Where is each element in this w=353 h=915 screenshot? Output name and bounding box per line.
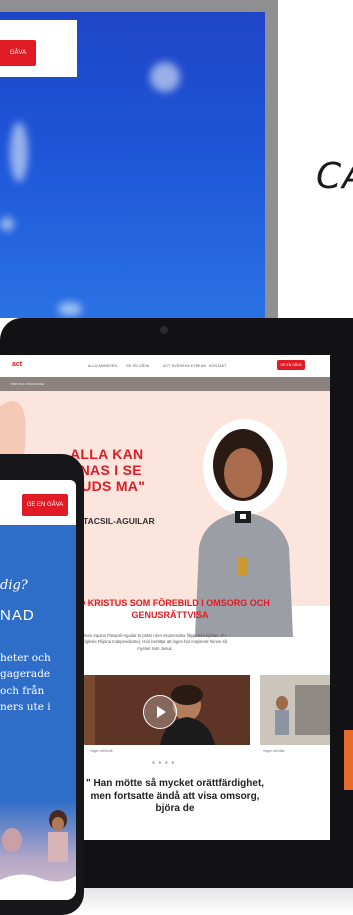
phone-screen: GE EN GÅVA dig? NAD heter och gagerade o… <box>0 480 76 900</box>
phone-heading: NAD <box>0 607 35 624</box>
background-device-edge <box>344 730 353 790</box>
phone-body-text: heter och gagerade och från ners ute i <box>0 650 76 715</box>
phone-donate-button[interactable]: GE EN GÅVA <box>22 494 68 516</box>
hero-title: ALLA KAN ENAS I SE GUDS MA" <box>70 446 146 495</box>
phone-bottom-wave <box>0 874 76 900</box>
tablet-navbar: act ALLA ÄMNESEN GE EN GÅVA ACT SVENSKA … <box>0 355 330 377</box>
phone-body-line: ners ute i <box>0 700 51 713</box>
device-shadow <box>40 888 353 915</box>
desktop-donate-button[interactable]: GÅVA <box>0 40 36 66</box>
act-logo[interactable]: act <box>12 361 22 368</box>
video-caption-2: Vägen att hålla <box>263 749 285 753</box>
phone-body-line: gagerade <box>0 668 51 681</box>
section-body: leen Aquino Patacsil-Aguilar är präst i … <box>83 633 227 651</box>
phone-question-text: dig? <box>0 578 28 593</box>
nav-link-church[interactable]: ACT SVENSKA KYRKAN <box>163 364 206 368</box>
tablet-camera <box>160 326 168 334</box>
nav-link-all-topics[interactable]: ALLA ÄMNESEN <box>88 364 117 368</box>
pull-quote: " Han mötte så mycket orättfärdighet, me… <box>85 778 265 814</box>
tablet-donate-button[interactable]: GE EN GÅVA <box>277 360 305 370</box>
handwritten-caption: CA <box>316 156 353 197</box>
carousel-dots[interactable]: ● ● ● ● <box>152 760 175 766</box>
nav-link-contact[interactable]: KONTAKT <box>209 364 227 368</box>
play-icon <box>157 706 166 718</box>
nav-link-give[interactable]: GE EN GÅVA <box>126 364 149 368</box>
section-title: IED KRISTUS SOM FÖREBILD I OMSORG OCH GE… <box>70 598 270 620</box>
phone-site-header: GE EN GÅVA <box>0 480 76 525</box>
video-2-image <box>260 675 330 745</box>
video-caption-1: Vägen att förstå <box>90 749 113 753</box>
phone-body-line: heter och <box>0 652 51 664</box>
phone-body-line: och från <box>0 684 45 697</box>
play-button[interactable] <box>143 695 177 729</box>
video-thumbnail-2[interactable] <box>260 675 330 745</box>
